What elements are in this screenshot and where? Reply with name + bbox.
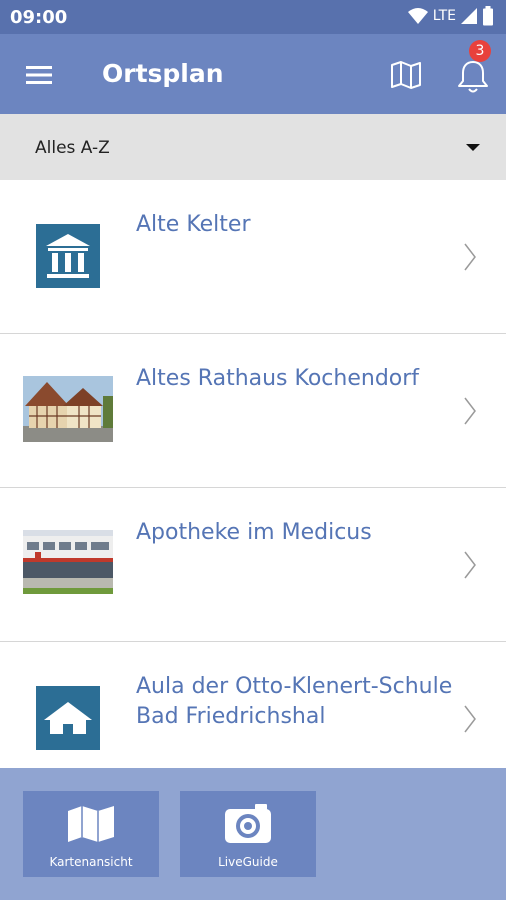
- house-icon: [36, 686, 100, 750]
- network-type: LTE: [432, 8, 456, 24]
- page-title: Ortsplan: [102, 59, 224, 88]
- liveguide-tile-button[interactable]: LiveGuide: [180, 791, 316, 877]
- item-title: Aula der Otto-Klenert-Schule Bad Friedri…: [136, 674, 453, 729]
- chevron-right-icon: [464, 705, 476, 733]
- status-time: 09:00: [10, 7, 68, 28]
- chevron-right-icon: [464, 397, 476, 425]
- map-icon: [391, 61, 421, 89]
- wifi-icon: [407, 8, 428, 24]
- pharmacy-photo: [23, 530, 113, 594]
- battery-icon: [483, 6, 493, 26]
- list-item[interactable]: Aula der Otto-Klenert-Schule Bad Friedri…: [0, 642, 506, 768]
- item-title: Altes Rathaus Kochendorf: [136, 366, 420, 391]
- caret-down-icon: [466, 144, 480, 151]
- map-view-button[interactable]: [389, 58, 423, 92]
- item-title: Apotheke im Medicus: [136, 520, 372, 545]
- list-item[interactable]: Altes Rathaus Kochendorf: [0, 334, 506, 488]
- hamburger-menu-icon: [26, 66, 52, 84]
- chevron-right-icon: [464, 551, 476, 579]
- app-bar: Ortsplan 3: [0, 34, 506, 114]
- list-item[interactable]: Alte Kelter: [0, 180, 506, 334]
- sort-filter-dropdown[interactable]: Alles A-Z: [0, 114, 506, 180]
- notification-badge: 3: [469, 40, 491, 62]
- menu-button[interactable]: [24, 60, 54, 90]
- town-hall-photo: [23, 376, 113, 442]
- map-view-label: Kartenansicht: [49, 855, 133, 869]
- item-title: Alte Kelter: [136, 212, 251, 237]
- bell-icon: [458, 61, 488, 93]
- signal-icon: [461, 8, 477, 24]
- bottom-action-bar: Kartenansicht LiveGuide: [0, 768, 506, 900]
- liveguide-label: LiveGuide: [218, 855, 278, 869]
- map-icon: [68, 806, 114, 842]
- camera-icon: [225, 804, 271, 843]
- status-bar: 09:00 LTE: [0, 0, 506, 34]
- map-view-tile-button[interactable]: Kartenansicht: [23, 791, 159, 877]
- status-icons: LTE: [407, 6, 494, 26]
- notifications-button[interactable]: [455, 56, 491, 96]
- filter-selected-value: Alles A-Z: [35, 138, 110, 158]
- places-list: Alte Kelter Altes Rathaus Kochendorf Apo…: [0, 180, 506, 768]
- museum-icon: [36, 224, 100, 288]
- list-item[interactable]: Apotheke im Medicus: [0, 488, 506, 642]
- chevron-right-icon: [464, 243, 476, 271]
